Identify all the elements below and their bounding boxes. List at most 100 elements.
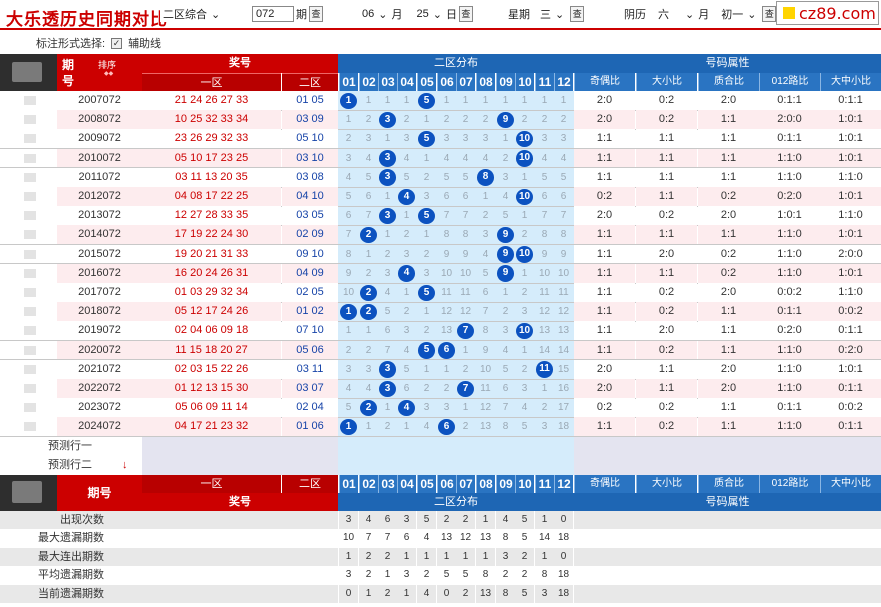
- back-numbers: 02 04: [282, 398, 338, 418]
- attr-col-footer[interactable]: 大小比: [636, 474, 697, 493]
- front-numbers: 12 27 28 33 35: [142, 206, 281, 226]
- query-week-button[interactable]: 查: [570, 6, 585, 22]
- site-logo[interactable]: cz89.com: [776, 1, 879, 25]
- miss-count: 3: [423, 267, 430, 279]
- num-footer[interactable]: 05: [417, 474, 436, 493]
- predict-row-1-fill[interactable]: [142, 436, 338, 456]
- issue-input[interactable]: 072: [252, 6, 294, 22]
- num-footer[interactable]: 12: [554, 474, 573, 493]
- attr-col-header[interactable]: 大中小比: [820, 73, 881, 91]
- miss-count: 3: [502, 171, 509, 183]
- num-footer[interactable]: 09: [496, 474, 515, 493]
- num-footer[interactable]: 02: [359, 474, 378, 493]
- attr-col-header[interactable]: 大小比: [636, 73, 697, 91]
- num-footer[interactable]: 03: [378, 474, 397, 493]
- miss-count: 2: [423, 383, 430, 394]
- lunar-day-select[interactable]: 初一: [721, 6, 743, 22]
- num-header[interactable]: 07: [456, 73, 475, 91]
- attr-value: 0:2: [698, 187, 759, 207]
- num-footer[interactable]: 01: [339, 474, 358, 493]
- attr-value: 1:1: [636, 225, 697, 245]
- attr-col-footer[interactable]: 012路比: [759, 474, 820, 493]
- day-select[interactable]: 25: [416, 8, 428, 20]
- miss-count: 14: [538, 344, 551, 356]
- front-numbers: 04 08 17 22 25: [142, 187, 281, 207]
- miss-count: 2: [482, 210, 489, 222]
- stat-label: 当前遗漏期数: [0, 584, 142, 604]
- lunar-month-suffix: 月: [698, 9, 710, 21]
- hit-ball: 7: [457, 380, 474, 397]
- hit-ball: 3: [379, 169, 396, 186]
- attr-col-footer[interactable]: 质合比: [698, 474, 759, 493]
- num-footer[interactable]: 04: [397, 474, 416, 493]
- miss-count: 3: [384, 267, 391, 279]
- row-avatar: [24, 211, 36, 221]
- stat-value: 2: [359, 547, 378, 567]
- stat-spacer: [142, 584, 338, 604]
- num-header[interactable]: 08: [476, 73, 495, 91]
- num-header[interactable]: 03: [378, 73, 397, 91]
- attr-value: 0:2: [574, 187, 635, 207]
- predict-row-2[interactable]: 预测行二: [0, 455, 142, 475]
- stat-value: 3: [535, 584, 554, 604]
- num-header[interactable]: 10: [515, 73, 534, 91]
- miss-count: 3: [403, 325, 410, 337]
- mode-select[interactable]: 二区综合 ⌄: [160, 5, 224, 23]
- num-header[interactable]: 09: [496, 73, 515, 91]
- num-header[interactable]: 02: [359, 73, 378, 91]
- month-select[interactable]: 06: [362, 8, 374, 20]
- miss-count: 1: [345, 114, 352, 126]
- attr-col-footer[interactable]: 奇偶比: [574, 474, 635, 493]
- num-footer[interactable]: 11: [535, 474, 554, 493]
- attr-col-header[interactable]: 质合比: [698, 73, 759, 91]
- week-select[interactable]: 三: [540, 6, 551, 22]
- miss-count: 3: [482, 133, 489, 145]
- attr-col-header[interactable]: 奇偶比: [574, 73, 635, 91]
- num-footer[interactable]: 10: [515, 474, 534, 493]
- miss-count: 3: [482, 229, 489, 241]
- attr-value: 1:1: [574, 244, 635, 264]
- attr-value: 1:1: [574, 283, 635, 303]
- miss-count: 1: [521, 344, 528, 356]
- hit-ball: 5: [418, 284, 435, 301]
- stat-value: 6: [397, 529, 416, 548]
- attr-value: 0:1:1: [759, 398, 820, 418]
- num-header[interactable]: 06: [437, 73, 456, 91]
- num-footer[interactable]: 08: [476, 474, 495, 493]
- attr-value: 2:0: [574, 359, 635, 379]
- hit-ball: 5: [418, 342, 435, 359]
- num-header[interactable]: 12: [554, 73, 573, 91]
- num-header[interactable]: 01: [339, 73, 358, 91]
- sort-arrows-icon[interactable]: ◆◆: [104, 69, 122, 79]
- miss-count: 2: [502, 152, 509, 164]
- back-numbers: 01 02: [282, 302, 338, 322]
- front-numbers: 05 12 17 24 26: [142, 302, 281, 322]
- lunar-month-select[interactable]: 六: [658, 6, 669, 22]
- stat-spacer: [142, 529, 338, 548]
- stat-value: 3: [339, 510, 358, 530]
- attr-col-footer[interactable]: 大中小比: [820, 474, 881, 493]
- query-issue-button[interactable]: 查: [309, 6, 323, 22]
- query-date-button[interactable]: 查: [458, 6, 473, 22]
- stat-value: 0: [437, 584, 456, 604]
- miss-count: 1: [365, 421, 372, 433]
- stat-value: 1: [476, 547, 495, 567]
- num-footer[interactable]: 07: [456, 474, 475, 493]
- miss-count: 6: [560, 191, 567, 202]
- predict-row-2-fill[interactable]: [142, 455, 338, 475]
- num-header[interactable]: 11: [535, 73, 554, 91]
- miss-count: 1: [345, 325, 352, 337]
- predict-row-1[interactable]: 预测行一: [0, 436, 142, 456]
- num-header[interactable]: 04: [397, 73, 416, 91]
- attr-value: 0:1:1: [820, 91, 881, 111]
- num-header[interactable]: 05: [417, 73, 436, 91]
- attr-value: 0:2:0: [759, 321, 820, 341]
- stat-value: 13: [476, 584, 495, 604]
- miss-count: 9: [345, 267, 352, 279]
- attr-value: 0:2: [636, 206, 697, 226]
- query-lunar-button[interactable]: 查: [762, 6, 777, 22]
- attr-col-header[interactable]: 012路比: [759, 73, 820, 91]
- num-footer[interactable]: 06: [437, 474, 456, 493]
- assist-line-checkbox[interactable]: ✓: [111, 37, 123, 49]
- miss-count: 7: [345, 229, 352, 241]
